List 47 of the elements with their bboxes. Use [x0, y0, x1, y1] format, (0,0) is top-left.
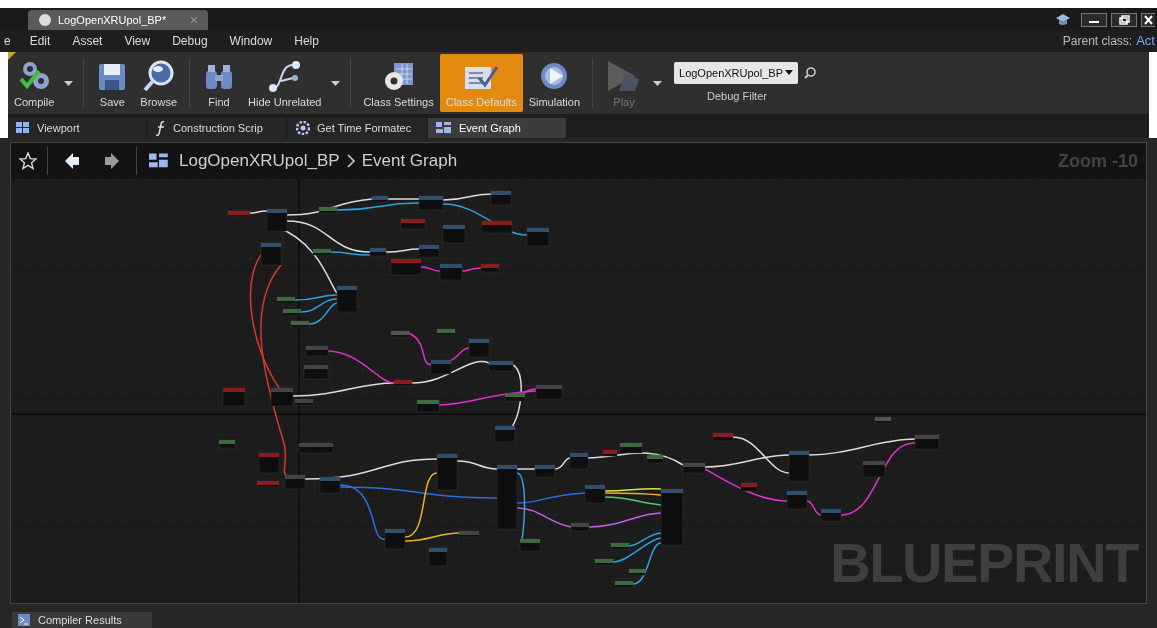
caret-icon	[785, 70, 793, 76]
terminal-icon	[18, 614, 30, 626]
toolbar-button[interactable]: Compile	[8, 54, 61, 112]
favorite-star-icon[interactable]	[19, 152, 37, 170]
menu-item[interactable]: Window	[220, 32, 282, 50]
chevron-icon	[345, 154, 356, 168]
function-icon	[156, 120, 166, 136]
toolbar-button[interactable]: Browse	[134, 54, 184, 112]
menu-item[interactable]: Edit	[20, 32, 60, 50]
menu-item[interactable]: e	[0, 32, 17, 50]
document-tab[interactable]: Viewport	[8, 118, 146, 138]
viewport-icon	[16, 122, 30, 134]
menu-item[interactable]: Debug	[163, 32, 217, 50]
toolbar-button[interactable]: Hide Unrelated	[242, 54, 328, 112]
menu-item[interactable]: Asset	[63, 32, 112, 50]
browse-icon	[141, 59, 176, 93]
menu-item[interactable]: View	[115, 32, 160, 50]
search-icon[interactable]	[804, 66, 816, 79]
toolbar-button[interactable]: Find	[196, 54, 243, 112]
toolbar-button[interactable]: Simulation	[522, 54, 586, 112]
graph-icon	[149, 153, 169, 169]
back-arrow-icon[interactable]	[64, 152, 80, 170]
restore-button[interactable]	[1111, 13, 1137, 27]
breadcrumb-current: Event Graph	[361, 150, 458, 173]
close-button[interactable]	[1141, 13, 1155, 27]
dropdown-caret-icon[interactable]	[64, 80, 74, 86]
minimize-button[interactable]	[1081, 13, 1107, 27]
toolbar-button[interactable]: Save	[90, 54, 135, 112]
breadcrumb-link[interactable]: LogOpenXRUpol_BP	[179, 148, 340, 174]
graph-icon	[436, 122, 452, 134]
document-tab[interactable]: Event Graph	[428, 118, 566, 138]
dropdown-caret-icon[interactable]	[331, 80, 341, 86]
graduation-cap-icon[interactable]	[1055, 13, 1071, 27]
toolbar-button[interactable]: Class Settings	[357, 54, 440, 112]
forward-arrow-icon[interactable]	[104, 152, 120, 170]
parent-class-link[interactable]: Act	[1136, 31, 1155, 51]
document-tab[interactable]: Construction Scrip	[148, 118, 286, 138]
tab-title: LogOpenXRUpol_BP*	[58, 12, 168, 28]
sphere-icon	[38, 13, 52, 27]
gear-icon	[296, 121, 310, 135]
compiler-results-tab[interactable]: Compiler Results	[12, 612, 152, 628]
parent-class-label: Parent class:	[1062, 33, 1133, 50]
document-tab[interactable]: Get Time Formatec	[288, 118, 426, 138]
menu-item[interactable]: Help	[285, 32, 328, 50]
debug-filter-label: Debug Filter	[707, 88, 767, 104]
debug-filter-dropdown[interactable]: LogOpenXRUpol_BP	[674, 61, 798, 84]
hide-unrelated-icon	[266, 59, 303, 93]
